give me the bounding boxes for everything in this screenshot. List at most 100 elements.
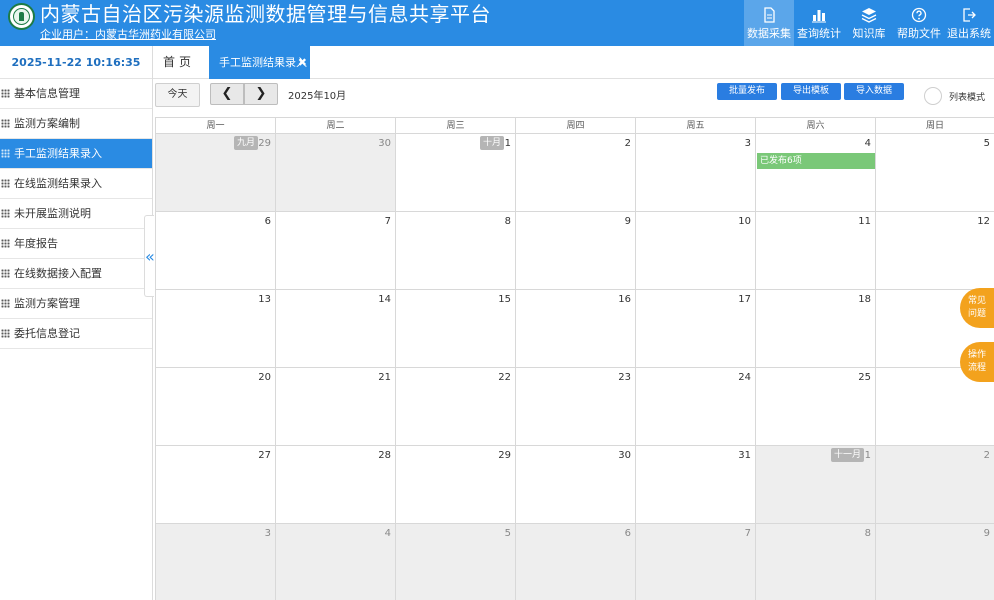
calendar-day-cell[interactable]: 16 [515, 290, 635, 368]
day-number: 20 [258, 372, 271, 383]
batch-publish-button[interactable]: 批量发布 [717, 83, 777, 100]
day-number: 7 [744, 528, 751, 539]
day-number: 8 [864, 528, 871, 539]
layers-icon [844, 6, 894, 24]
day-number: 9 [624, 216, 631, 227]
day-number: 7 [384, 216, 391, 227]
close-icon[interactable]: ✖ [298, 46, 307, 79]
day-number: 24 [738, 372, 751, 383]
calendar-day-cell[interactable]: 11 [755, 212, 875, 290]
weekday-label: 周二 [275, 118, 395, 134]
day-number: 25 [858, 372, 871, 383]
sidebar-item-plan-manage[interactable]: 监测方案管理 [0, 289, 152, 319]
calendar-day-cell[interactable]: 24 [635, 368, 755, 446]
calendar-day-cell[interactable]: 2 [875, 446, 994, 524]
calendar-day-cell[interactable]: 21 [275, 368, 395, 446]
sidebar-item-plan-compile[interactable]: 监测方案编制 [0, 109, 152, 139]
calendar-day-cell[interactable]: 14 [275, 290, 395, 368]
calendar-event[interactable]: 已发布6项 [757, 153, 875, 169]
day-number: 12 [977, 216, 990, 227]
calendar-day-cell[interactable]: 15 [395, 290, 515, 368]
calendar-day-cell[interactable]: 17 [635, 290, 755, 368]
calendar-day-cell[interactable]: 9 [875, 524, 994, 600]
nav-query-stats[interactable]: 查询统计 [794, 0, 844, 46]
next-month-button[interactable]: ❯ [244, 83, 278, 105]
sidebar-item-no-monitoring[interactable]: 未开展监测说明 [0, 199, 152, 229]
grid-icon [1, 89, 10, 98]
logout-icon [944, 6, 994, 24]
month-badge: 十一月 [830, 448, 864, 462]
calendar-day-cell[interactable]: 8 [395, 212, 515, 290]
import-data-button[interactable]: 导入数据 [844, 83, 904, 100]
calendar-day-cell[interactable]: 7 [635, 524, 755, 600]
nav-data-collection[interactable]: 数据采集 [744, 0, 794, 46]
month-badge: 九月 [233, 136, 258, 150]
sidebar-item-commission-register[interactable]: 委托信息登记 [0, 319, 152, 349]
nav-help-files[interactable]: 帮助文件 [894, 0, 944, 46]
top-nav: 数据采集 查询统计 知识库 帮助文件 退出系统 [744, 0, 994, 46]
calendar-day-cell[interactable]: 30 [515, 446, 635, 524]
calendar-day-cell[interactable]: 4 已发布6项 [755, 134, 875, 212]
calendar-day-cell[interactable]: 5 [395, 524, 515, 600]
calendar-day-cell[interactable]: 6 [155, 212, 275, 290]
prev-month-button[interactable]: ❮ [210, 83, 244, 105]
calendar-day-cell[interactable]: 23 [515, 368, 635, 446]
sidebar-item-annual-report[interactable]: 年度报告 [0, 229, 152, 259]
calendar-day-cell[interactable]: 3 [635, 134, 755, 212]
workflow-float-button[interactable]: 操作 流程 [960, 342, 994, 382]
calendar-day-cell[interactable]: 7 [275, 212, 395, 290]
calendar-day-cell[interactable]: 9 [515, 212, 635, 290]
list-mode-toggle[interactable] [924, 87, 942, 105]
sidebar-divider [152, 46, 153, 600]
day-number: 6 [264, 216, 271, 227]
calendar-day-cell[interactable]: 30 [275, 134, 395, 212]
calendar-day-cell[interactable]: 31 [635, 446, 755, 524]
calendar-day-cell[interactable]: 13 [155, 290, 275, 368]
sidebar-item-basic-info[interactable]: 基本信息管理 [0, 79, 152, 109]
weekday-label: 周三 [395, 118, 515, 134]
calendar-day-cell[interactable]: 1 十月 [395, 134, 515, 212]
calendar-day-cell[interactable]: 25 [755, 368, 875, 446]
nav-knowledge-base[interactable]: 知识库 [844, 0, 894, 46]
faq-float-button[interactable]: 常见 问题 [960, 288, 994, 328]
calendar-day-cell[interactable]: 5 [875, 134, 994, 212]
calendar-day-cell[interactable]: 29 [395, 446, 515, 524]
tab-manual-results[interactable]: 手工监测结果录入 ✖ [209, 46, 310, 79]
sidebar-item-manual-results[interactable]: 手工监测结果录入 [0, 139, 152, 169]
sidebar-item-online-config[interactable]: 在线数据接入配置 [0, 259, 152, 289]
today-button[interactable]: 今天 [155, 83, 200, 107]
calendar-day-cell[interactable]: 2 [515, 134, 635, 212]
calendar-day-cell[interactable]: 1 十一月 [755, 446, 875, 524]
grid-icon [1, 209, 10, 218]
day-number: 28 [378, 450, 391, 461]
calendar-day-cell[interactable]: 22 [395, 368, 515, 446]
sidebar-collapse-button[interactable]: « [144, 215, 155, 297]
enterprise-user-link[interactable]: 企业用户：内蒙古华洲药业有限公司 [40, 28, 216, 42]
calendar-day-cell[interactable]: 8 [755, 524, 875, 600]
sidebar-item-online-results[interactable]: 在线监测结果录入 [0, 169, 152, 199]
day-number: 23 [618, 372, 631, 383]
day-number: 8 [504, 216, 511, 227]
weekday-label: 周日 [875, 118, 994, 134]
sidebar-menu: 基本信息管理 监测方案编制 手工监测结果录入 在线监测结果录入 未开展监测说明 … [0, 79, 152, 349]
list-mode-label: 列表模式 [949, 93, 986, 103]
help-icon [894, 6, 944, 24]
calendar-day-cell[interactable]: 18 [755, 290, 875, 368]
calendar-day-cell[interactable]: 3 [155, 524, 275, 600]
day-number: 2 [983, 450, 990, 461]
nav-logout[interactable]: 退出系统 [944, 0, 994, 46]
day-number: 30 [618, 450, 631, 461]
calendar-day-cell[interactable]: 28 [275, 446, 395, 524]
calendar-day-cell[interactable]: 4 [275, 524, 395, 600]
day-number: 18 [858, 294, 871, 305]
day-number: 9 [983, 528, 990, 539]
tab-bar: 首页 手工监测结果录入 ✖ [153, 46, 994, 79]
calendar-day-cell[interactable]: 12 [875, 212, 994, 290]
calendar-day-cell[interactable]: 10 [635, 212, 755, 290]
calendar-day-cell[interactable]: 29 九月 [155, 134, 275, 212]
calendar-day-cell[interactable]: 6 [515, 524, 635, 600]
calendar-day-cell[interactable]: 20 [155, 368, 275, 446]
calendar-day-cell[interactable]: 27 [155, 446, 275, 524]
tab-home[interactable]: 首页 [163, 46, 195, 79]
export-template-button[interactable]: 导出模板 [781, 83, 841, 100]
